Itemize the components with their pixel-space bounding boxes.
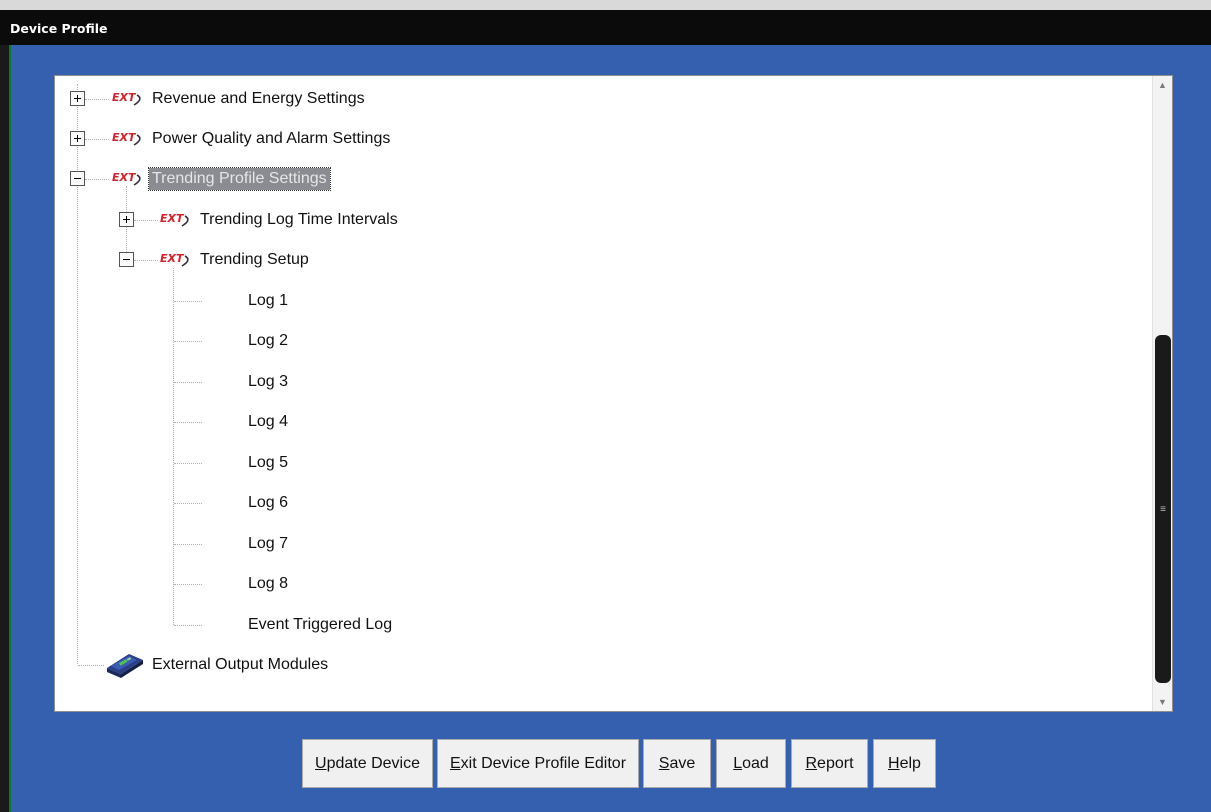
tree-connector — [134, 220, 158, 221]
svg-text:EXT: EXT — [112, 91, 137, 104]
output-module-icon — [107, 654, 143, 678]
ext-icon: EXT — [160, 212, 189, 227]
top-strip — [0, 0, 1211, 10]
tree-connector-trending-setup — [173, 268, 174, 625]
tree-connector — [85, 99, 109, 100]
tree-connector — [174, 584, 202, 585]
tree-connector — [85, 139, 109, 140]
tree-connector — [174, 463, 202, 464]
settings-tree-panel[interactable]: EXT Revenue and Energy Settings EXT Powe… — [54, 75, 1173, 712]
svg-text:EXT: EXT — [160, 252, 185, 265]
expand-icon[interactable] — [70, 91, 85, 106]
tree-connector — [174, 301, 202, 302]
grip-icon: ≡ — [1160, 504, 1166, 515]
svg-text:EXT: EXT — [112, 131, 137, 144]
report-button[interactable]: Report — [791, 739, 868, 788]
ext-icon: EXT — [112, 91, 141, 106]
collapse-icon[interactable] — [119, 252, 134, 267]
expand-icon[interactable] — [119, 212, 134, 227]
tree-connector — [174, 341, 202, 342]
tree-connector — [174, 625, 202, 626]
tree-connector — [174, 544, 202, 545]
save-button[interactable]: Save — [643, 739, 711, 788]
tree-connector — [174, 503, 202, 504]
tree-connector — [85, 179, 109, 180]
tree-connector — [174, 422, 202, 423]
collapse-icon[interactable] — [70, 171, 85, 186]
scroll-down-arrow-icon[interactable]: ▼ — [1153, 693, 1172, 711]
ext-icon: EXT — [112, 171, 141, 186]
scroll-up-arrow-icon[interactable]: ▲ — [1153, 76, 1172, 94]
expand-icon[interactable] — [70, 131, 85, 146]
button-bar: Update Device Exit Device Profile Editor… — [0, 739, 1211, 789]
scrollbar-thumb[interactable]: ≡ — [1155, 335, 1171, 683]
ext-icon: EXT — [160, 252, 189, 267]
svg-text:EXT: EXT — [160, 212, 185, 225]
exit-device-profile-editor-button[interactable]: Exit Device Profile Editor — [437, 739, 639, 788]
tree-connector — [174, 382, 202, 383]
vertical-scrollbar[interactable]: ▲ ≡ ▼ — [1152, 76, 1172, 711]
tree-connector — [78, 665, 104, 666]
window-title: Device Profile — [10, 21, 108, 36]
tree-connector — [134, 260, 158, 261]
help-button[interactable]: Help — [873, 739, 936, 788]
title-bar: Device Profile — [0, 10, 1211, 45]
svg-text:EXT: EXT — [112, 171, 137, 184]
update-device-button[interactable]: Update Device — [302, 739, 433, 788]
ext-icon: EXT — [112, 131, 141, 146]
load-button[interactable]: Load — [716, 739, 786, 788]
